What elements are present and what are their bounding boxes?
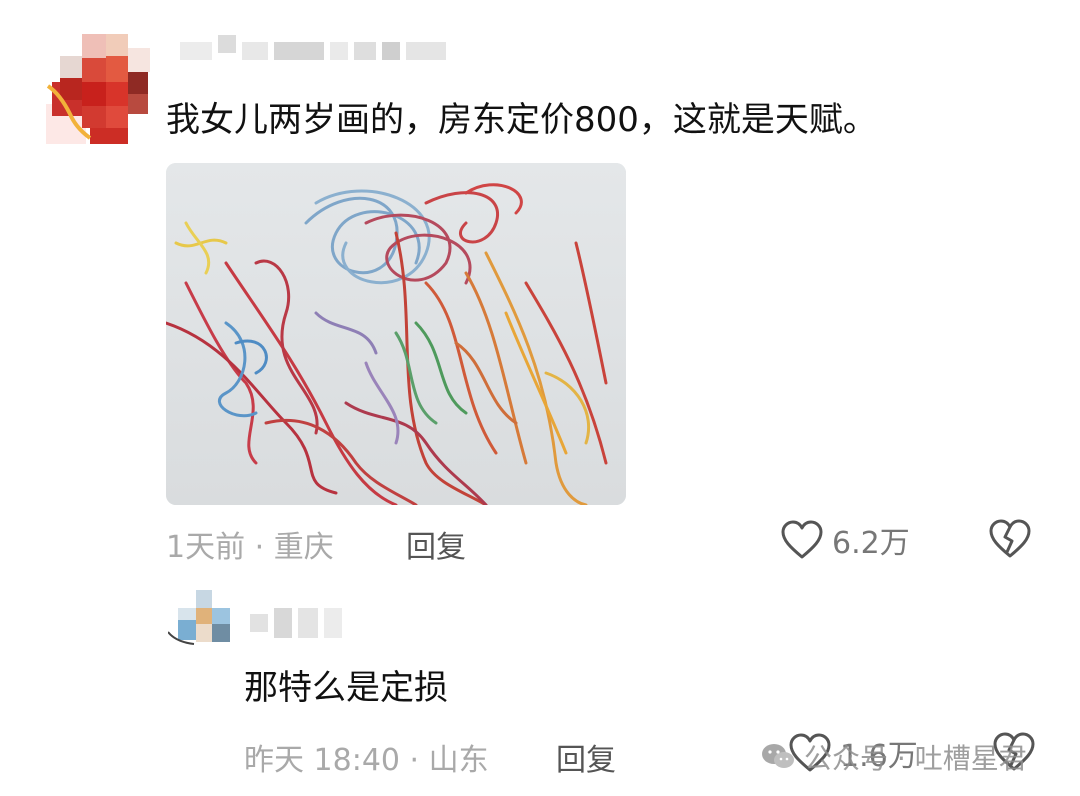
comment-meta: 1天前 · 重庆 — [166, 522, 334, 566]
reply-location: 山东 — [428, 743, 489, 778]
comment-time: 1天前 — [166, 530, 246, 565]
watermark: 公众号 · 吐槽星君 — [760, 737, 1027, 777]
watermark-text: 公众号 · 吐槽星君 — [804, 742, 1027, 775]
like-count: 6.2万 — [832, 526, 910, 561]
like-button[interactable]: 6.2万 — [780, 518, 910, 562]
reply-reply-button[interactable]: 回复 — [556, 735, 616, 779]
broken-heart-icon — [989, 519, 1031, 558]
comment-text: 我女儿两岁画的，房东定价800，这就是天赋。 — [166, 100, 877, 140]
reply-text: 那特么是定损 — [244, 668, 448, 708]
wechat-icon — [762, 744, 794, 768]
reply-separator: · — [409, 743, 420, 778]
commenter-name-hidden[interactable] — [180, 35, 446, 60]
heart-icon — [781, 520, 823, 559]
commenter-avatar[interactable] — [46, 34, 158, 146]
comment-separator: · — [254, 530, 265, 565]
comment-location: 重庆 — [273, 530, 334, 565]
reply-time: 昨天 18:40 — [244, 743, 400, 778]
replier-avatar[interactable] — [167, 590, 238, 650]
replier-name-hidden[interactable] — [250, 608, 342, 638]
reply-button[interactable]: 回复 — [406, 522, 466, 566]
dislike-button[interactable] — [988, 518, 1032, 564]
comment-image[interactable] — [166, 163, 626, 505]
reply-meta: 昨天 18:40 · 山东 — [244, 735, 489, 779]
crayon-scribble-drawing-icon — [166, 163, 626, 505]
